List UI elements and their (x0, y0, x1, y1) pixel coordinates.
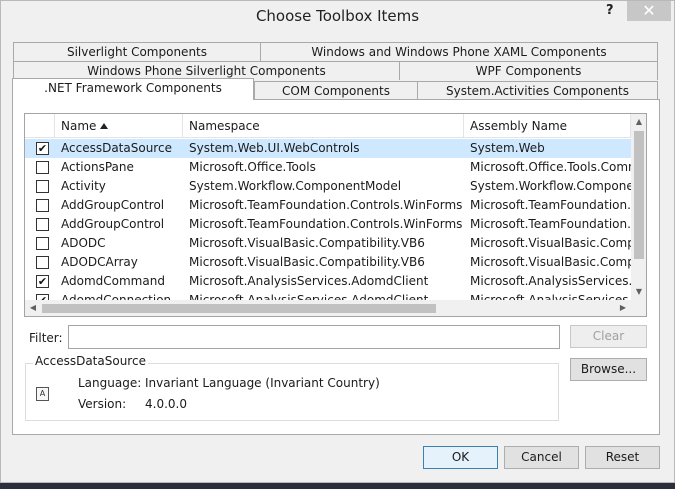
row-namespace: Microsoft.AnalysisServices.AdomdClient (189, 274, 429, 288)
row-name: AddGroupControl (61, 217, 165, 231)
row-checkbox[interactable]: ✔ (36, 142, 49, 155)
component-icon: A (36, 387, 49, 401)
details-title: AccessDataSource (33, 354, 148, 368)
tab-com-components[interactable]: COM Components (254, 81, 418, 100)
choose-toolbox-items-dialog: Choose Toolbox Items ? ✕ Silverlight Com… (0, 0, 675, 483)
cancel-button[interactable]: Cancel (504, 446, 579, 469)
row-name: AddGroupControl (61, 198, 165, 212)
row-assembly-name: Microsoft.VisualBasic.Comp (470, 236, 631, 250)
title-bar: Choose Toolbox Items ? ✕ (1, 1, 674, 31)
ok-button[interactable]: OK (423, 446, 498, 469)
version-label: Version: (78, 397, 127, 411)
row-namespace: Microsoft.VisualBasic.Compatibility.VB6 (189, 236, 425, 250)
table-row[interactable]: ✔ AccessDataSource System.Web.UI.WebContro… (25, 139, 631, 158)
horizontal-scrollbar[interactable]: ◀ ▶ (25, 300, 631, 316)
clear-button[interactable]: Clear (570, 325, 647, 348)
horizontal-scroll-thumb[interactable] (42, 304, 436, 313)
filter-input[interactable] (68, 325, 560, 349)
row-name: ActionsPane (61, 160, 134, 174)
header-checkbox-column (25, 114, 55, 138)
language-label: Language: (78, 376, 142, 390)
filter-label: Filter: (29, 331, 63, 345)
row-namespace: System.Workflow.ComponentModel (189, 179, 402, 193)
tab-silverlight-components[interactable]: Silverlight Components (13, 42, 261, 61)
row-checkbox[interactable] (36, 161, 49, 174)
table-row[interactable]: AddGroupControl Microsoft.TeamFoundation.… (25, 215, 631, 234)
row-checkbox[interactable] (36, 180, 49, 193)
table-row[interactable]: ADODCArray Microsoft.VisualBasic.Compatib… (25, 253, 631, 272)
scroll-right-icon[interactable]: ▶ (615, 300, 631, 316)
row-checkbox[interactable] (36, 199, 49, 212)
reset-button[interactable]: Reset (585, 446, 660, 469)
row-assembly-name: System.Workflow.Compone (470, 179, 631, 193)
tab-system-activities-components[interactable]: System.Activities Components (417, 81, 658, 100)
sort-ascending-icon (100, 123, 109, 129)
list-header: Name Namespace Assembly Name (25, 114, 631, 138)
header-assembly-name[interactable]: Assembly Name (464, 114, 631, 138)
language-value: Invariant Language (Invariant Country) (145, 376, 380, 390)
row-name: ADODC (61, 236, 106, 250)
vertical-scroll-thumb[interactable] (634, 131, 644, 259)
row-assembly-name: Microsoft.TeamFoundation. (470, 217, 631, 231)
table-row[interactable]: ADODC Microsoft.VisualBasic.Compatibility… (25, 234, 631, 253)
vertical-scrollbar[interactable]: ▲ ▼ (631, 114, 646, 300)
details-group (25, 363, 559, 421)
version-value: 4.0.0.0 (145, 397, 187, 411)
row-name: AccessDataSource (61, 141, 172, 155)
help-button[interactable]: ? (606, 3, 614, 18)
row-checkbox[interactable] (36, 218, 49, 231)
table-row[interactable]: ActionsPane Microsoft.Office.Tools Microso… (25, 158, 631, 177)
row-namespace: Microsoft.TeamFoundation.Controls.WinFor… (189, 198, 463, 212)
row-assembly-name: Microsoft.Office.Tools.Comn (470, 160, 631, 174)
header-namespace[interactable]: Namespace (183, 114, 464, 138)
row-namespace: Microsoft.Office.Tools (189, 160, 316, 174)
row-name: ADODCArray (61, 255, 138, 269)
header-name[interactable]: Name (55, 114, 183, 138)
table-row[interactable]: AddGroupControl Microsoft.TeamFoundation.… (25, 196, 631, 215)
row-assembly-name: Microsoft.TeamFoundation. (470, 198, 631, 212)
tab-net-framework-components[interactable]: .NET Framework Components (12, 78, 254, 100)
scroll-left-icon[interactable]: ◀ (25, 300, 41, 316)
row-namespace: System.Web.UI.WebControls (189, 141, 360, 155)
row-checkbox[interactable]: ✔ (36, 275, 49, 288)
tab-wpf-components[interactable]: WPF Components (399, 61, 658, 80)
header-name-label: Name (61, 119, 97, 133)
browse-button[interactable]: Browse... (570, 358, 647, 381)
table-row[interactable]: Activity System.Workflow.ComponentModel Sy… (25, 177, 631, 196)
row-name: Activity (61, 179, 106, 193)
row-name: AdomdCommand (61, 274, 165, 288)
row-namespace: Microsoft.VisualBasic.Compatibility.VB6 (189, 255, 425, 269)
scroll-up-icon[interactable]: ▲ (631, 114, 646, 130)
scroll-down-icon[interactable]: ▼ (631, 284, 646, 300)
window-title: Choose Toolbox Items (255, 7, 420, 25)
components-list[interactable]: Name Namespace Assembly Name ✔ AccessData… (24, 113, 647, 317)
row-namespace: Microsoft.TeamFoundation.Controls.WinFor… (189, 217, 463, 231)
close-button[interactable]: ✕ (627, 1, 671, 21)
row-checkbox[interactable] (36, 256, 49, 269)
row-assembly-name: System.Web (470, 141, 545, 155)
row-assembly-name: Microsoft.AnalysisServices. (470, 274, 631, 288)
row-checkbox[interactable] (36, 237, 49, 250)
tab-windows-xaml-components[interactable]: Windows and Windows Phone XAML Component… (260, 42, 658, 61)
table-row[interactable]: ✔ AdomdCommand Microsoft.AnalysisServices.… (25, 272, 631, 291)
row-assembly-name: Microsoft.VisualBasic.Comp (470, 255, 631, 269)
scroll-corner (631, 300, 646, 316)
taskbar-strip (0, 483, 675, 489)
